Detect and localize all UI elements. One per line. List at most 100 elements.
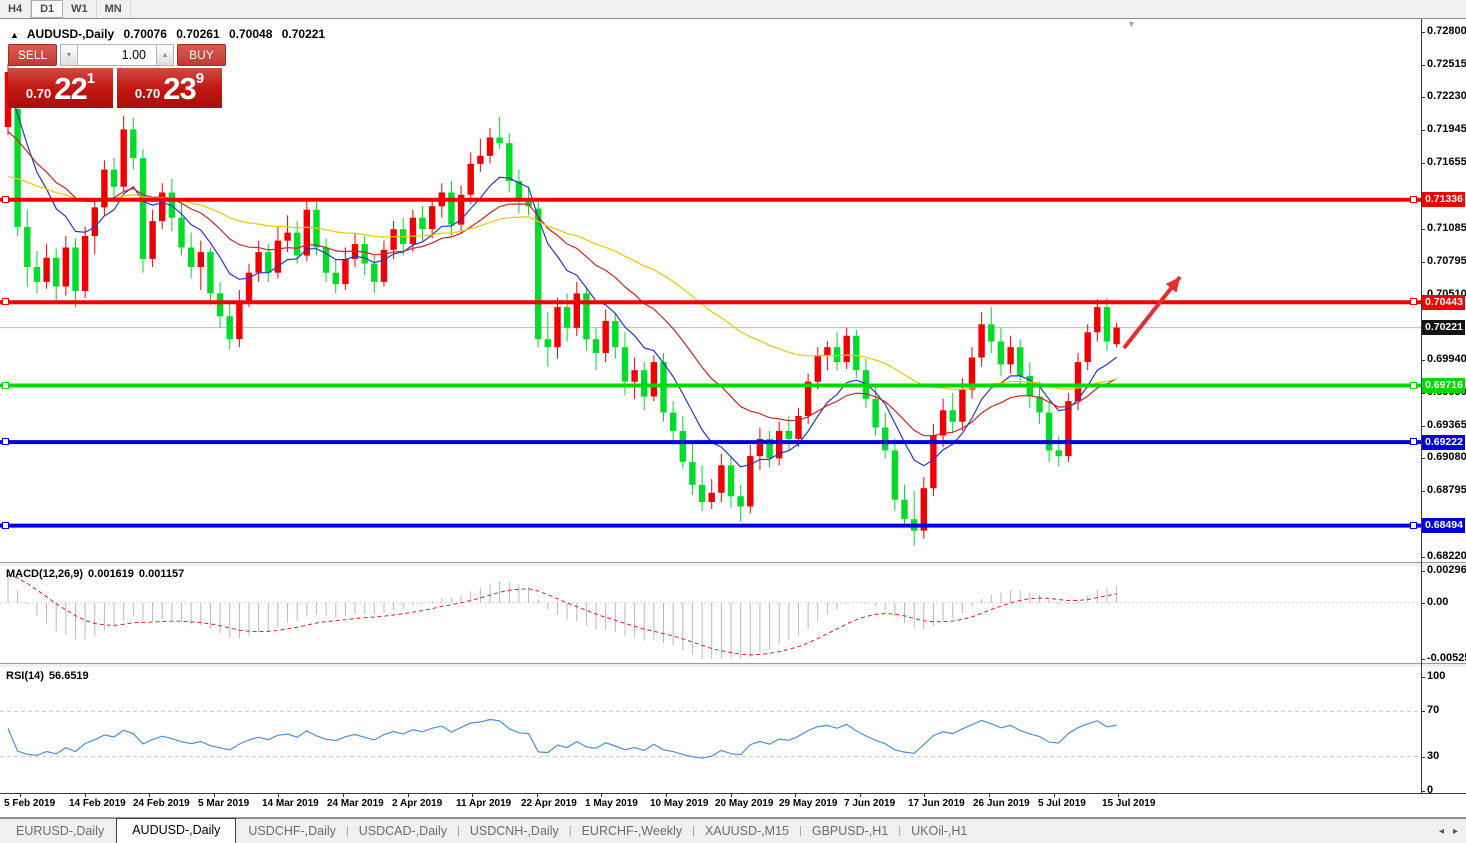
macd-signal-value: 0.001157 <box>139 568 184 580</box>
macd-tick-label: 0.00 <box>1427 596 1448 608</box>
ohlc-high: 0.70261 <box>176 27 219 41</box>
tab-eurusd-daily[interactable]: EURUSD-,Daily <box>6 821 114 843</box>
line-handle[interactable] <box>2 298 9 305</box>
tab-scroll-right-icon[interactable]: ▸ <box>1453 826 1458 837</box>
date-label: 26 Jun 2019 <box>973 798 1030 809</box>
line-handle[interactable] <box>2 382 9 389</box>
price-tick-mark <box>1421 97 1425 98</box>
date-label: 20 May 2019 <box>715 798 773 809</box>
macd-histogram <box>8 576 1117 659</box>
price-tick-label: 0.70795 <box>1427 255 1466 267</box>
macd-tick-mark <box>1421 603 1425 604</box>
sell-button[interactable]: SELL <box>8 44 57 66</box>
price-tick-mark <box>1421 491 1425 492</box>
macd-tick-mark <box>1421 571 1425 572</box>
ohlc-open: 0.70076 <box>124 27 167 41</box>
moving-averages <box>8 86 1117 467</box>
volume-increase-button[interactable]: ▲ <box>156 44 174 66</box>
trend-arrow[interactable] <box>1124 277 1180 348</box>
date-tick-mark <box>343 793 344 797</box>
line-handle[interactable] <box>2 522 9 529</box>
volume-input[interactable] <box>78 44 156 66</box>
tab-xauusd-m15[interactable]: XAUUSD-,M15 <box>695 821 799 843</box>
line-handle[interactable] <box>1410 438 1417 445</box>
candles <box>5 64 1120 545</box>
rsi-tick-label: 30 <box>1427 750 1439 762</box>
macd-tick-label: -0.005255 <box>1427 652 1466 664</box>
timeframe-button-h4[interactable]: H4 <box>0 0 31 18</box>
date-tick-mark <box>408 793 409 797</box>
line-handle[interactable] <box>1410 522 1417 529</box>
timeframe-toolbar: H4D1W1MN <box>0 0 1466 19</box>
chart-tabs: EURUSD-,DailyAUDUSD-,DailyUSDCHF-,Daily|… <box>0 819 1466 843</box>
date-tick-mark <box>601 793 602 797</box>
macd-tick-mark <box>1421 659 1425 660</box>
panel-collapse-icon[interactable]: ▲ <box>10 30 19 40</box>
date-label: 10 May 2019 <box>650 798 708 809</box>
price-tick-mark <box>1421 557 1425 558</box>
macd-indicator-label: MACD(12,26,9)0.0016190.001157 <box>6 568 189 580</box>
tab-ukoil-h1[interactable]: UKOil-,H1 <box>901 821 977 843</box>
date-tick-mark <box>666 793 667 797</box>
price-tick-mark <box>1421 32 1425 33</box>
tab-audusd-daily[interactable]: AUDUSD-,Daily <box>116 818 236 843</box>
tab-eurchf-weekly[interactable]: EURCHF-,Weekly <box>572 821 692 843</box>
date-tick-mark <box>1118 793 1119 797</box>
macd-pane-canvas[interactable] <box>0 566 1421 663</box>
tab-usdcad-daily[interactable]: USDCAD-,Daily <box>349 821 457 843</box>
line-handle[interactable] <box>1410 298 1417 305</box>
line-handle[interactable] <box>1410 196 1417 203</box>
tab-usdcnh-daily[interactable]: USDCNH-,Daily <box>460 821 569 843</box>
timeframe-button-mn[interactable]: MN <box>97 0 131 18</box>
date-label: 15 Jul 2019 <box>1102 798 1155 809</box>
chart-shift-marker-icon[interactable]: ▼ <box>1127 19 1136 29</box>
date-tick-mark <box>860 793 861 797</box>
buy-price-box[interactable]: 0.70 23 9 <box>117 68 222 108</box>
tab-scroll-left-icon[interactable]: ◂ <box>1439 826 1444 837</box>
price-level-badge: 0.69222 <box>1422 435 1465 450</box>
timeframe-button-d1[interactable]: D1 <box>31 0 63 18</box>
line-handle[interactable] <box>2 196 9 203</box>
price-tick-label: 0.71945 <box>1427 123 1466 135</box>
rsi-tick-mark <box>1421 791 1425 792</box>
volume-decrease-button[interactable]: ▼ <box>60 44 78 66</box>
ohlc-low: 0.70048 <box>229 27 272 41</box>
date-label: 5 Feb 2019 <box>4 798 55 809</box>
support-resistance-lines <box>0 200 1421 526</box>
price-tick-mark <box>1421 458 1425 459</box>
date-tick-mark <box>214 793 215 797</box>
tab-usdchf-daily[interactable]: USDCHF-,Daily <box>238 821 346 843</box>
rsi-pane-canvas[interactable] <box>0 667 1421 793</box>
rsi-line <box>8 720 1117 759</box>
macd-tick-label: 0.002962 <box>1427 564 1466 576</box>
rsi-tick-label: 100 <box>1427 670 1445 682</box>
date-tick-mark <box>731 793 732 797</box>
price-tick-label: 0.71085 <box>1427 222 1466 234</box>
sell-price-box[interactable]: 0.70 22 1 <box>8 68 113 108</box>
ohlc-close: 0.70221 <box>282 27 325 41</box>
buy-price-big: 23 <box>163 68 195 108</box>
line-handle[interactable] <box>1410 382 1417 389</box>
line-handle[interactable] <box>2 438 9 445</box>
price-tick-mark <box>1421 130 1425 131</box>
timeframe-button-w1[interactable]: W1 <box>63 0 97 18</box>
date-tick-mark <box>537 793 538 797</box>
date-label: 17 Jun 2019 <box>908 798 965 809</box>
date-label: 29 May 2019 <box>779 798 837 809</box>
tab-gbpusd-h1[interactable]: GBPUSD-,H1 <box>802 821 898 843</box>
price-tick-mark <box>1421 360 1425 361</box>
date-tick-mark <box>1054 793 1055 797</box>
price-tick-label: 0.72230 <box>1427 90 1466 102</box>
current-price-badge: 0.70221 <box>1422 320 1465 335</box>
macd-main-value: 0.001619 <box>88 568 134 580</box>
price-level-badge: 0.68494 <box>1422 518 1465 533</box>
price-tick-mark <box>1421 393 1425 394</box>
rsi-tick-label: 70 <box>1427 704 1439 716</box>
date-tick-mark <box>149 793 150 797</box>
buy-button[interactable]: BUY <box>177 44 226 66</box>
mt4-trading-platform: H4D1W1MN ▲ AUDUSD-,Daily 0.70076 0.70261… <box>0 0 1466 843</box>
price-level-badge: 0.71336 <box>1422 192 1465 207</box>
rsi-tick-label: 0 <box>1427 784 1433 796</box>
rsi-tick-mark <box>1421 711 1425 712</box>
price-tick-mark <box>1421 229 1425 230</box>
